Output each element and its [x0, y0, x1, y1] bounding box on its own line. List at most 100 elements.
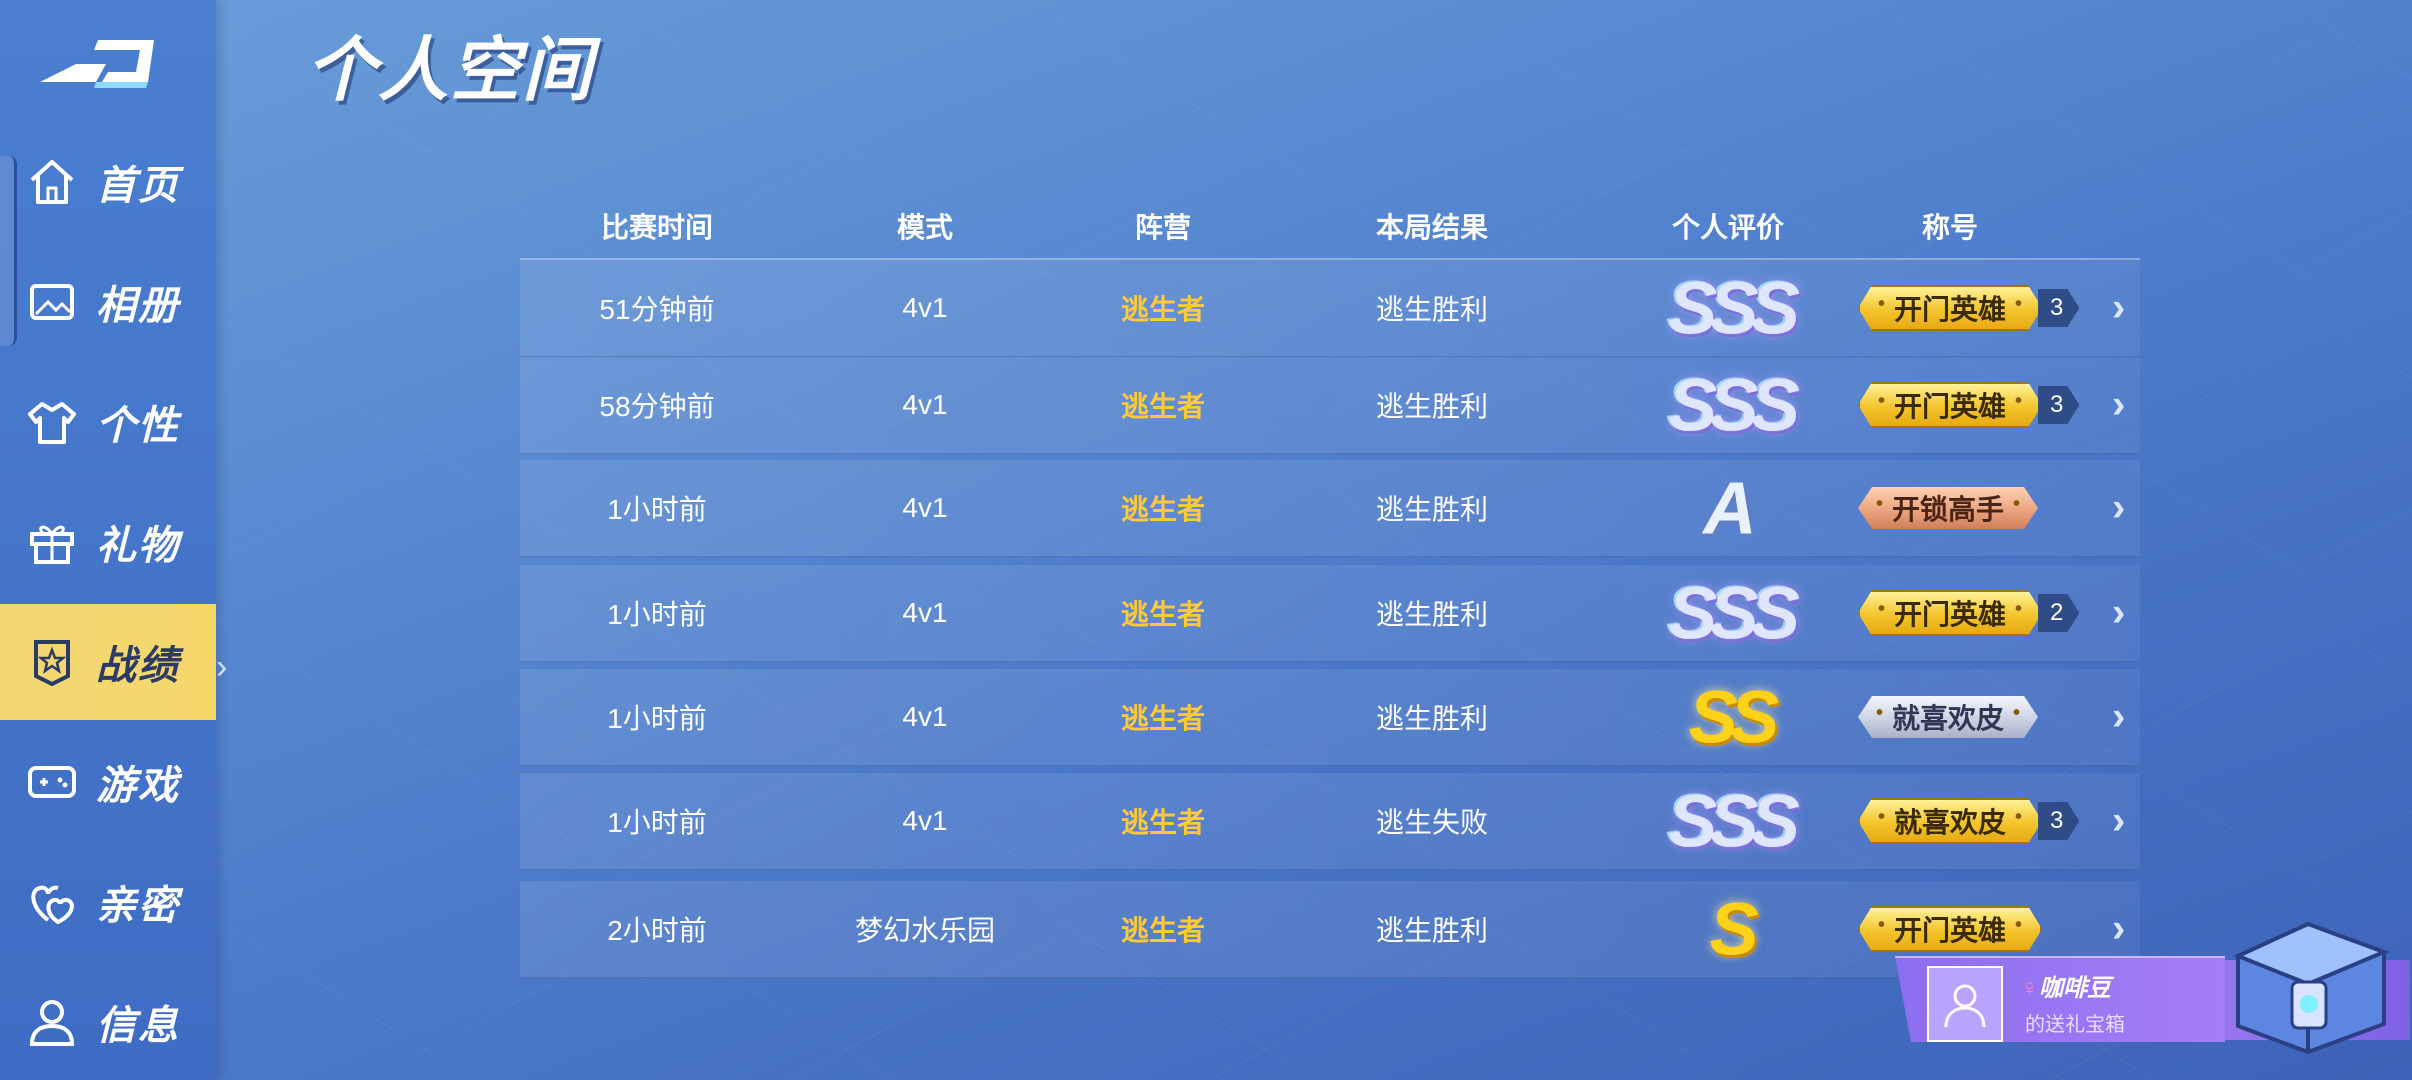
- title-count: 3: [2038, 289, 2079, 327]
- sidebar-item-label: 首页: [96, 164, 180, 208]
- match-result: 逃生胜利: [1375, 915, 1489, 946]
- title-badge: 开门英雄3: [1858, 285, 2079, 331]
- match-time: 51分钟前: [599, 294, 715, 325]
- match-mode: 4v1: [902, 805, 948, 836]
- table-row[interactable]: 58分钟前 4v1 逃生者 逃生胜利 SSS 开门英雄3 ›: [520, 357, 2140, 455]
- chevron-right-icon[interactable]: ›: [2112, 591, 2125, 636]
- chevron-right-icon[interactable]: ›: [2112, 486, 2125, 531]
- sidebar-item-label: 个性: [96, 404, 180, 448]
- gamepad-icon: [26, 756, 78, 808]
- table-header: 比赛时间 模式 阵营 本局结果 个人评价 称号: [520, 196, 2140, 260]
- table-row[interactable]: 1小时前 4v1 逃生者 逃生失败 SSS 就喜欢皮3 ›: [520, 773, 2140, 871]
- title-badge: 开门英雄3: [1858, 382, 2079, 428]
- sidebar-item-label: 亲密: [96, 884, 180, 928]
- photo-icon: [26, 276, 78, 328]
- gift-banner[interactable]: ♀咖啡豆 的送礼宝箱: [1895, 956, 2225, 1042]
- rating-grade: SSS: [1667, 363, 1800, 447]
- chevron-right-icon[interactable]: ›: [2112, 695, 2125, 740]
- match-result: 逃生胜利: [1375, 494, 1489, 525]
- rating-grade: SSS: [1667, 571, 1800, 655]
- match-camp: 逃生者: [1120, 703, 1206, 734]
- match-time: 58分钟前: [599, 391, 715, 422]
- match-time: 1小时前: [607, 703, 707, 734]
- title-badge-label: 开锁高手: [1858, 487, 2038, 529]
- header-rating: 个人评价: [1671, 212, 1785, 243]
- page-title: 个人空间: [306, 31, 594, 109]
- sidebar-item-user[interactable]: 信息: [0, 964, 216, 1080]
- title-count: 3: [2038, 386, 2079, 424]
- title-badge: 开门英雄2: [1858, 590, 2079, 636]
- title-badge-label: 就喜欢皮: [1858, 798, 2042, 844]
- table-row[interactable]: 51分钟前 4v1 逃生者 逃生胜利 SSS 开门英雄3 ›: [520, 260, 2140, 358]
- title-badge-label: 开门英雄: [1858, 906, 2042, 952]
- match-mode: 4v1: [902, 389, 948, 420]
- sidebar-item-badge[interactable]: 战绩: [0, 604, 216, 720]
- header-mode: 模式: [896, 212, 954, 243]
- title-badge: 就喜欢皮: [1858, 694, 2038, 740]
- match-mode: 4v1: [902, 492, 948, 523]
- header-match-time: 比赛时间: [600, 212, 714, 243]
- shirt-icon: [26, 396, 78, 448]
- match-result: 逃生胜利: [1375, 599, 1489, 630]
- active-indicator-arrow-icon: ›: [216, 648, 228, 686]
- sidebar-item-label: 相册: [96, 284, 180, 328]
- sidebar-item-home[interactable]: 首页: [0, 124, 216, 240]
- header-result: 本局结果: [1375, 212, 1489, 243]
- match-result: 逃生胜利: [1375, 391, 1489, 422]
- avatar[interactable]: [1927, 966, 2003, 1042]
- badge-icon: [26, 636, 78, 688]
- match-time: 1小时前: [607, 807, 707, 838]
- match-camp: 逃生者: [1120, 599, 1206, 630]
- match-time: 2小时前: [607, 915, 707, 946]
- chevron-right-icon[interactable]: ›: [2112, 286, 2125, 331]
- rating-grade: SS: [1688, 675, 1780, 759]
- match-mode: 梦幻水乐园: [854, 915, 996, 946]
- treasure-chest-icon[interactable]: [2208, 896, 2408, 1056]
- rating-grade: SSS: [1667, 779, 1800, 863]
- match-camp: 逃生者: [1120, 494, 1206, 525]
- chevron-right-icon[interactable]: ›: [2112, 907, 2125, 952]
- gift-subtitle: 的送礼宝箱: [2025, 1014, 2125, 1036]
- match-result: 逃生胜利: [1375, 703, 1489, 734]
- female-icon: ♀: [2019, 975, 2037, 1002]
- title-badge-label: 就喜欢皮: [1858, 696, 2038, 738]
- match-result: 逃生失败: [1375, 807, 1489, 838]
- rating-grade: A: [1703, 466, 1757, 550]
- table-row[interactable]: 1小时前 4v1 逃生者 逃生胜利 A 开锁高手 ›: [520, 460, 2140, 558]
- table-row[interactable]: 1小时前 4v1 逃生者 逃生胜利 SSS 开门英雄2 ›: [520, 565, 2140, 663]
- table-row[interactable]: 1小时前 4v1 逃生者 逃生胜利 SS 就喜欢皮 ›: [520, 669, 2140, 767]
- title-count: 2: [2038, 594, 2079, 632]
- title-count: 3: [2038, 802, 2079, 840]
- title-badge-label: 开门英雄: [1858, 590, 2042, 636]
- gift-icon: [26, 516, 78, 568]
- sidebar-item-label: 游戏: [96, 764, 180, 808]
- title-badge-label: 开门英雄: [1858, 382, 2042, 428]
- rating-grade: S: [1709, 887, 1758, 971]
- user-avatar-icon: [1944, 984, 1986, 1028]
- sidebar-item-label: 信息: [96, 1004, 180, 1048]
- hearts-icon: [26, 876, 78, 928]
- title-badge: 就喜欢皮3: [1858, 798, 2079, 844]
- sidebar-item-gamepad[interactable]: 游戏: [0, 724, 216, 840]
- sidebar-item-shirt[interactable]: 个性: [0, 364, 216, 480]
- sidebar-item-label: 礼物: [96, 524, 180, 568]
- sidebar-item-label: 战绩: [96, 644, 180, 688]
- sidebar-item-hearts[interactable]: 亲密: [0, 844, 216, 960]
- match-result: 逃生胜利: [1375, 294, 1489, 325]
- title-badge-label: 开门英雄: [1858, 285, 2042, 331]
- match-mode: 4v1: [902, 701, 948, 732]
- match-camp: 逃生者: [1120, 915, 1206, 946]
- match-camp: 逃生者: [1120, 807, 1206, 838]
- sender-name-text: 咖啡豆: [2039, 975, 2111, 1002]
- header-camp: 阵营: [1134, 212, 1192, 243]
- rating-grade: SSS: [1667, 266, 1800, 350]
- match-camp: 逃生者: [1120, 294, 1206, 325]
- match-mode: 4v1: [902, 292, 948, 323]
- sidebar-item-photo[interactable]: 相册: [0, 244, 216, 360]
- sidebar-item-gift[interactable]: 礼物: [0, 484, 216, 600]
- chevron-right-icon[interactable]: ›: [2112, 383, 2125, 428]
- match-time: 1小时前: [607, 599, 707, 630]
- app-logo-icon: [40, 40, 154, 88]
- chevron-right-icon[interactable]: ›: [2112, 799, 2125, 844]
- home-icon: [26, 156, 78, 208]
